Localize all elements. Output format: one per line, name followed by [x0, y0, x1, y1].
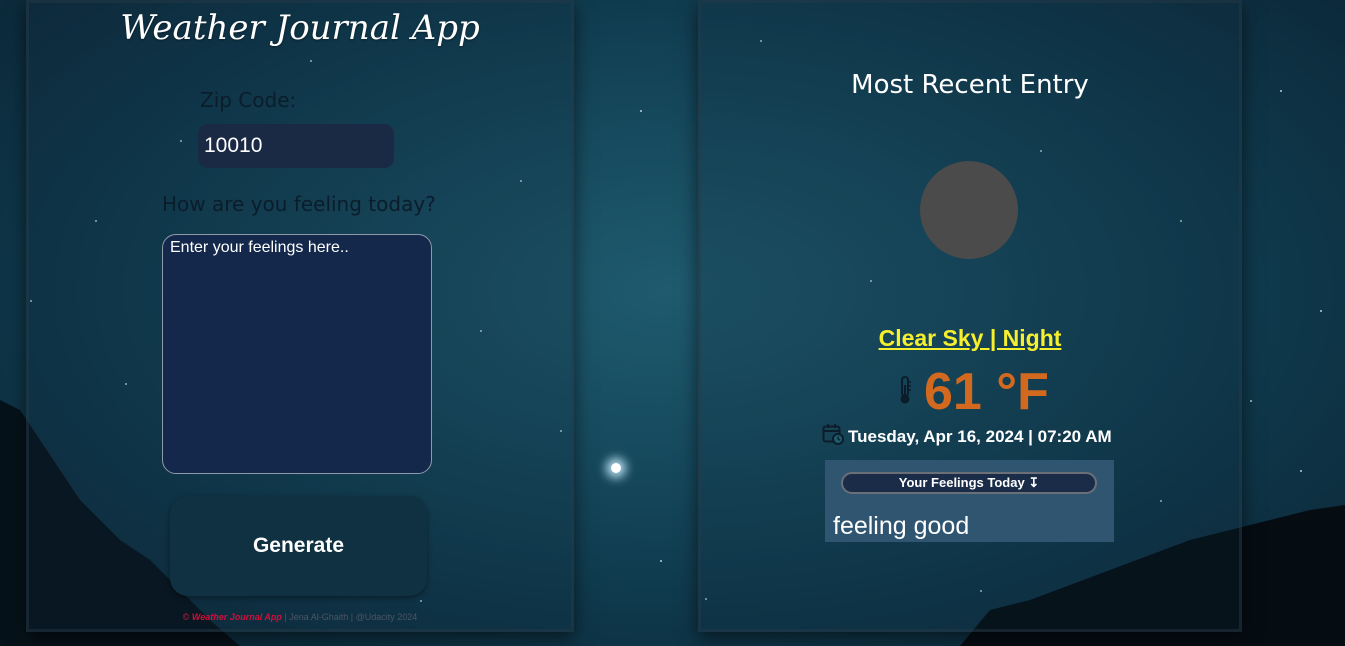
footer: © Weather Journal App | Jena Al-Ghaith |… — [26, 612, 574, 622]
temperature-value: 61 °F — [924, 363, 1049, 421]
copyright-symbol: © — [182, 612, 190, 622]
feelings-box: Your Feelings Today ↧ feeling good — [825, 460, 1114, 542]
temperature-row: 61 °F — [896, 362, 1049, 422]
feelings-header[interactable]: Your Feelings Today ↧ — [841, 472, 1097, 494]
weather-condition: Clear Sky | Night — [878, 325, 1062, 351]
most-recent-entry-title: Most Recent Entry — [851, 70, 1089, 100]
footer-credits: | Jena Al-Ghaith | @Udacity 2024 — [284, 612, 418, 622]
footer-app-name: Weather Journal App — [191, 612, 282, 622]
feelings-content: feeling good — [833, 512, 970, 540]
zip-input[interactable] — [198, 124, 394, 168]
weather-icon — [920, 161, 1018, 259]
generate-button[interactable]: Generate — [170, 496, 427, 596]
thermometer-icon — [896, 375, 914, 410]
date-row: Tuesday, Apr 16, 2024 | 07:20 AM — [822, 423, 1112, 450]
app-title: Weather Journal App — [120, 8, 480, 48]
zip-label: Zip Code: — [200, 88, 297, 112]
bright-star — [611, 463, 621, 473]
feelings-textarea[interactable] — [162, 234, 432, 474]
calendar-icon — [822, 423, 844, 450]
feelings-label: How are you feeling today? — [162, 192, 436, 216]
entry-date: Tuesday, Apr 16, 2024 | 07:20 AM — [848, 426, 1112, 446]
